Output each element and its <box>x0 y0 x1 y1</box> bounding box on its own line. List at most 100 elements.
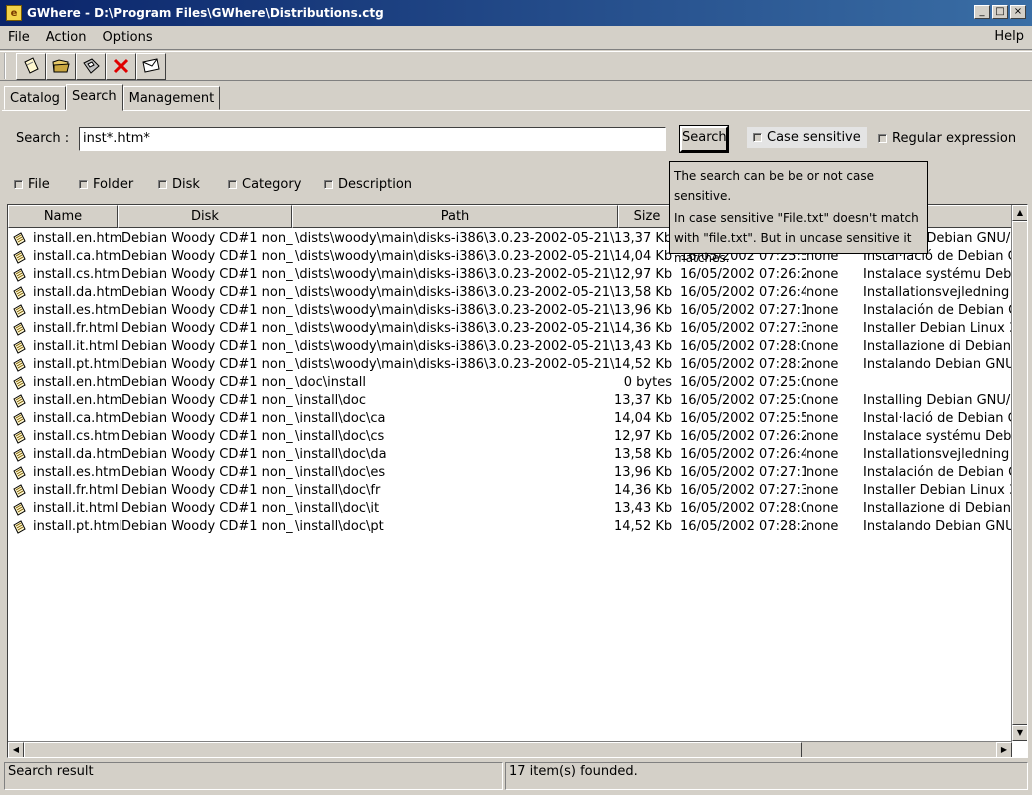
menu-file[interactable]: File <box>0 30 38 45</box>
open-catalog-button[interactable] <box>46 52 76 80</box>
scroll-right-arrow[interactable]: ▶ <box>996 742 1012 757</box>
tab-search[interactable]: Search <box>65 84 123 111</box>
category-checkbox[interactable]: Category <box>228 177 301 192</box>
file-icon <box>13 448 26 462</box>
regular-expression-checkbox[interactable]: Regular expression <box>878 131 1016 146</box>
checkbox-box[interactable] <box>14 180 23 189</box>
cell-date: 16/05/2002 07:27:34 <box>680 321 806 336</box>
table-row[interactable]: install.fr.html Debian Woody CD#1 non_us \… <box>8 320 1013 338</box>
cell-size: 14,04 Kb <box>614 411 672 426</box>
cell-size: 14,36 Kb <box>614 483 672 498</box>
cell-category: none <box>806 411 839 426</box>
scroll-up-arrow[interactable]: ▲ <box>1012 205 1027 221</box>
close-catalog-button[interactable] <box>106 52 136 80</box>
close-x-icon <box>113 58 129 74</box>
cell-disk: Debian Woody CD#1 non_us <box>121 357 293 372</box>
menu-help[interactable]: Help <box>994 29 1024 44</box>
table-row[interactable]: install.fr.html Debian Woody CD#1 non_us \… <box>8 482 1013 500</box>
column-header-path[interactable]: Path <box>292 205 618 228</box>
file-icon <box>13 358 26 372</box>
new-catalog-button[interactable] <box>16 52 46 80</box>
cell-category: none <box>806 267 839 282</box>
tab-catalog[interactable]: Catalog <box>4 86 66 110</box>
cell-name: install.ca.html <box>33 249 121 264</box>
cell-size: 13,43 Kb <box>614 501 672 516</box>
mail-button[interactable] <box>136 52 166 80</box>
table-row[interactable]: install.es.html Debian Woody CD#1 non_us \… <box>8 302 1013 320</box>
cell-category: none <box>806 519 839 534</box>
file-icon <box>13 412 26 426</box>
menu-options[interactable]: Options <box>94 30 160 45</box>
cell-date: 16/05/2002 07:25:57 <box>680 411 806 426</box>
search-button[interactable]: Search <box>679 125 729 153</box>
file-icon <box>13 520 26 534</box>
cell-path: \install\doc\da <box>295 447 387 462</box>
cell-disk: Debian Woody CD#1 non_us <box>121 393 293 408</box>
table-row[interactable]: install.cs.html Debian Woody CD#1 non_us \… <box>8 428 1013 446</box>
vertical-scrollbar[interactable]: ▲ ▼ <box>1011 205 1027 741</box>
toolbar-grip[interactable] <box>4 53 10 79</box>
file-icon <box>13 466 26 480</box>
cell-path: \install\doc\cs <box>295 429 385 444</box>
save-catalog-button[interactable] <box>76 52 106 80</box>
cell-path: \dists\woody\main\disks-i386\3.0.23-2002… <box>295 357 615 372</box>
search-label: Search : <box>16 131 70 146</box>
cell-description: Instal·lació de Debian GN <box>863 411 1013 426</box>
checkbox-box[interactable] <box>324 180 333 189</box>
description-checkbox[interactable]: Description <box>324 177 412 192</box>
disk-checkbox[interactable]: Disk <box>158 177 200 192</box>
cell-name: install.fr.html <box>33 483 119 498</box>
table-row[interactable]: install.en.html Debian Woody CD#1 non_us \… <box>8 374 1012 392</box>
menu-action[interactable]: Action <box>38 30 95 45</box>
table-row[interactable]: install.it.html Debian Woody CD#1 non_us \… <box>8 338 1013 356</box>
cell-disk: Debian Woody CD#1 non_us <box>121 465 293 480</box>
search-input[interactable]: inst*.htm* <box>79 127 666 151</box>
cell-path: \install\doc\it <box>295 501 380 516</box>
results-list[interactable]: Name Disk Path Size install.en.html Debia… <box>7 204 1028 758</box>
column-header-disk[interactable]: Disk <box>118 205 292 228</box>
minimize-button[interactable]: _ <box>974 5 990 19</box>
cell-date: 16/05/2002 07:26:24 <box>680 267 806 282</box>
checkbox-box[interactable] <box>228 180 237 189</box>
close-button[interactable]: × <box>1010 5 1026 19</box>
checkbox-box[interactable] <box>158 180 167 189</box>
cell-name: install.en.html <box>33 231 121 246</box>
cell-description: Instalace systému Debian <box>863 267 1013 282</box>
cell-category: none <box>806 465 839 480</box>
column-header-size[interactable]: Size <box>618 205 676 228</box>
tooltip-line-2: In case sensitive "File.txt" doesn't mat… <box>674 211 919 265</box>
horizontal-scrollbar[interactable]: ◀ ▶ <box>8 741 1012 757</box>
file-icon <box>13 394 26 408</box>
table-row[interactable]: install.it.html Debian Woody CD#1 non_us \… <box>8 500 1013 518</box>
table-row[interactable]: install.ca.html Debian Woody CD#1 non_us \… <box>8 410 1013 428</box>
table-row[interactable]: install.cs.html Debian Woody CD#1 non_us \… <box>8 266 1013 284</box>
cell-size: 14,52 Kb <box>614 357 672 372</box>
case-sensitive-checkbox[interactable]: Case sensitive <box>747 127 867 148</box>
category-label: Category <box>242 177 302 192</box>
folder-checkbox[interactable]: Folder <box>79 177 133 192</box>
cell-name: install.es.html <box>33 465 121 480</box>
maximize-button[interactable]: □ <box>992 5 1008 19</box>
horizontal-scroll-thumb[interactable] <box>24 742 802 757</box>
tab-management[interactable]: Management <box>122 86 221 110</box>
case-sensitive-tooltip: The search can be be or not case sensiti… <box>669 161 928 265</box>
cell-date: 16/05/2002 07:27:11 <box>680 465 806 480</box>
vertical-scroll-thumb[interactable] <box>1012 221 1027 725</box>
scroll-left-arrow[interactable]: ◀ <box>8 742 24 757</box>
table-row[interactable]: install.da.html Debian Woody CD#1 non_us \… <box>8 446 1013 464</box>
checkbox-box[interactable] <box>79 180 88 189</box>
table-row[interactable]: install.pt.html Debian Woody CD#1 non_us \… <box>8 356 1013 374</box>
table-row[interactable]: install.pt.html Debian Woody CD#1 non_us \… <box>8 518 1013 536</box>
cell-category: none <box>806 339 839 354</box>
checkbox-box[interactable] <box>878 134 887 143</box>
table-row[interactable]: install.en.html Debian Woody CD#1 non_us \… <box>8 392 1013 410</box>
table-row[interactable]: install.es.html Debian Woody CD#1 non_us \… <box>8 464 1013 482</box>
status-left: Search result <box>4 762 503 790</box>
column-header-name[interactable]: Name <box>8 205 118 228</box>
scroll-down-arrow[interactable]: ▼ <box>1012 725 1027 741</box>
cell-name: install.da.html <box>33 447 121 462</box>
file-checkbox[interactable]: File <box>14 177 50 192</box>
table-row[interactable]: install.da.html Debian Woody CD#1 non_us \… <box>8 284 1013 302</box>
status-bar: Search result 17 item(s) founded. <box>0 762 1032 792</box>
checkbox-box[interactable] <box>753 133 762 142</box>
